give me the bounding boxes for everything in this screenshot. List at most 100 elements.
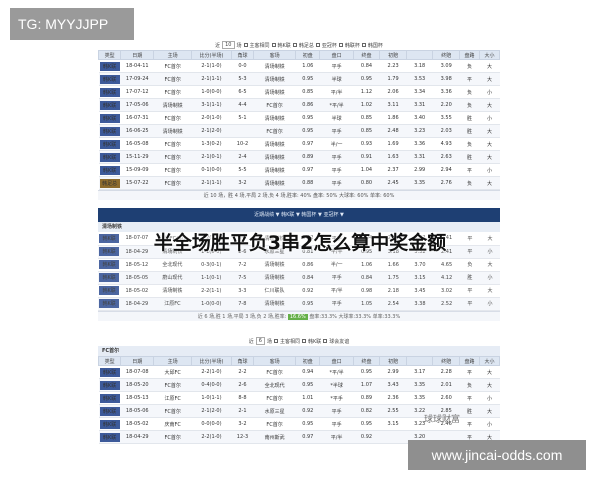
team-link[interactable]: 清场制铁 — [253, 111, 296, 125]
league-badge[interactable]: 韩K联 — [99, 273, 120, 282]
team-link[interactable]: 清场制铁 — [153, 98, 192, 112]
column-header: 终盘 — [352, 50, 381, 60]
team-link[interactable]: 清场制铁 — [253, 150, 296, 164]
home-summary-suffix: 盘率:33.3% 大球率:33.3% 单率:33.3% — [309, 313, 401, 320]
table-cell: 平 — [459, 72, 480, 86]
table-cell: 15-07-22 — [120, 176, 154, 190]
team-link[interactable]: 清场制铁 — [253, 85, 296, 99]
team-link[interactable]: 清场制铁 — [253, 137, 296, 151]
league-badge[interactable]: 韩K联 — [99, 165, 120, 175]
column-header: 盘口 — [319, 356, 354, 366]
table-cell: 大 — [479, 124, 500, 138]
table-cell: 0.89 — [353, 391, 380, 405]
table-cell: 3.31 — [406, 98, 433, 112]
league-badge[interactable]: 韩K联 — [99, 100, 120, 110]
table-cell: 胜 — [459, 404, 480, 418]
league-badge[interactable]: 韩K联 — [99, 380, 120, 390]
table-cell: 0.97 — [295, 163, 320, 177]
team-link[interactable]: 全北现代 — [253, 378, 296, 392]
table-cell: 2.01 — [432, 378, 460, 392]
table-cell: 18-07-08 — [120, 365, 154, 379]
table-row: 韩K联 16-05-08 FC首尔 1-3(0-2) 10-2 清场制铁 0.97 半/一 0.… — [98, 137, 500, 151]
table-cell: 18-05-13 — [120, 391, 154, 405]
team-link[interactable]: 庆南FC — [153, 417, 192, 431]
tg-tag-badge: TG: MYYJJPP — [10, 8, 134, 40]
home-summary-prefix: 近 6 场,胜 1 场,平局 3 场,负 2 场,胜率: — [197, 313, 287, 320]
team-link[interactable]: 南州斯武 — [253, 430, 296, 444]
team-link[interactable]: FC首尔 — [153, 430, 192, 444]
team-link[interactable]: FC首尔 — [153, 150, 192, 164]
team-link[interactable]: 清场制铁 — [253, 72, 296, 86]
team-link[interactable]: 仁川联队 — [253, 284, 296, 298]
team-link[interactable]: FC首尔 — [253, 98, 296, 112]
team-link[interactable]: 清场制铁 — [253, 258, 296, 272]
team-link[interactable]: FC首尔 — [153, 137, 192, 151]
table-cell: 3.43 — [379, 378, 407, 392]
league-badge[interactable]: 韩足总 — [99, 178, 120, 188]
league-badge[interactable]: 韩K联 — [99, 87, 120, 97]
league-badge[interactable]: 韩K联 — [99, 393, 120, 403]
checkbox-same-venue[interactable] — [243, 43, 248, 47]
table-cell: 1.06 — [295, 59, 320, 73]
table-cell: 2.52 — [433, 297, 460, 311]
league-badge[interactable]: 韩K联 — [99, 113, 120, 123]
column-header: 终赔 — [432, 356, 461, 366]
table-cell: 1-0(0-0) — [191, 85, 232, 99]
team-link[interactable]: 清场制铁 — [153, 124, 192, 138]
league-badge[interactable]: 韩K联 — [99, 74, 120, 84]
table-cell: 17-09-24 — [120, 72, 154, 86]
league-badge[interactable]: 韩K联 — [99, 299, 120, 308]
team-link[interactable]: FC首尔 — [153, 404, 192, 418]
team-link[interactable]: 清场制铁 — [253, 176, 296, 190]
checkbox-league-cup[interactable] — [338, 43, 343, 47]
league-badge[interactable]: 韩K联 — [99, 61, 120, 71]
league-badge[interactable]: 韩K联 — [99, 432, 120, 442]
team-link[interactable]: FC首尔 — [153, 163, 192, 177]
team-link[interactable]: FC首尔 — [253, 417, 296, 431]
table-cell: 3.15 — [379, 417, 407, 431]
team-link[interactable]: FC首尔 — [253, 365, 296, 379]
league-badge[interactable]: 韩K联 — [99, 139, 120, 149]
team-link[interactable]: FC首尔 — [153, 72, 192, 86]
team-link[interactable]: 水原三星 — [253, 404, 296, 418]
checkbox-korea-cup[interactable] — [361, 43, 366, 47]
league-badge[interactable]: 韩K联 — [99, 367, 120, 377]
league-badge[interactable]: 韩K联 — [99, 126, 120, 136]
team-link[interactable]: 蔚山现代 — [153, 271, 192, 285]
league-badge[interactable]: 韩K联 — [99, 286, 120, 295]
league-badge[interactable]: 韩K联 — [99, 419, 120, 429]
checkbox-fa-cup[interactable] — [292, 43, 297, 47]
table-cell: 3.36 — [432, 85, 460, 99]
team-link[interactable]: 大邱FC — [153, 365, 192, 379]
table-cell: 1-3(0-2) — [191, 137, 232, 151]
team-link[interactable]: 清场制铁 — [153, 284, 192, 298]
away-count-select[interactable]: 6 — [255, 337, 265, 345]
team-link[interactable]: FC首尔 — [253, 124, 296, 138]
away-checkbox-friendly[interactable] — [323, 339, 328, 343]
team-link[interactable]: 清场制铁 — [253, 59, 296, 73]
team-link[interactable]: FC首尔 — [153, 85, 192, 99]
league-badge[interactable]: 韩K联 — [99, 260, 120, 269]
table-cell: 18-05-12 — [120, 258, 154, 272]
team-link[interactable]: 江原FC — [153, 391, 192, 405]
column-header — [405, 50, 434, 60]
league-badge[interactable]: 韩K联 — [99, 152, 120, 162]
team-link[interactable]: 清场制铁 — [253, 163, 296, 177]
label-acl: 亚冠杯 — [321, 42, 337, 49]
team-link[interactable]: 江原FC — [153, 297, 192, 311]
team-link[interactable]: 清场制铁 — [253, 271, 296, 285]
league-badge[interactable]: 韩K联 — [99, 406, 120, 416]
checkbox-kleague[interactable] — [271, 43, 276, 47]
team-link[interactable]: FC首尔 — [153, 378, 192, 392]
away-checkbox-same-venue[interactable] — [273, 339, 278, 343]
table-cell: 8-8 — [231, 391, 254, 405]
team-link[interactable]: FC首尔 — [153, 111, 192, 125]
away-checkbox-kleague[interactable] — [301, 339, 306, 343]
team-link[interactable]: FC首尔 — [153, 59, 192, 73]
team-link[interactable]: FC首尔 — [253, 391, 296, 405]
team-link[interactable]: 全北现代 — [153, 258, 192, 272]
team-link[interactable]: 清场制铁 — [253, 297, 296, 311]
team-link[interactable]: FC首尔 — [153, 176, 192, 190]
checkbox-acl[interactable] — [315, 43, 320, 47]
match-count-select[interactable]: 10 — [222, 41, 235, 49]
